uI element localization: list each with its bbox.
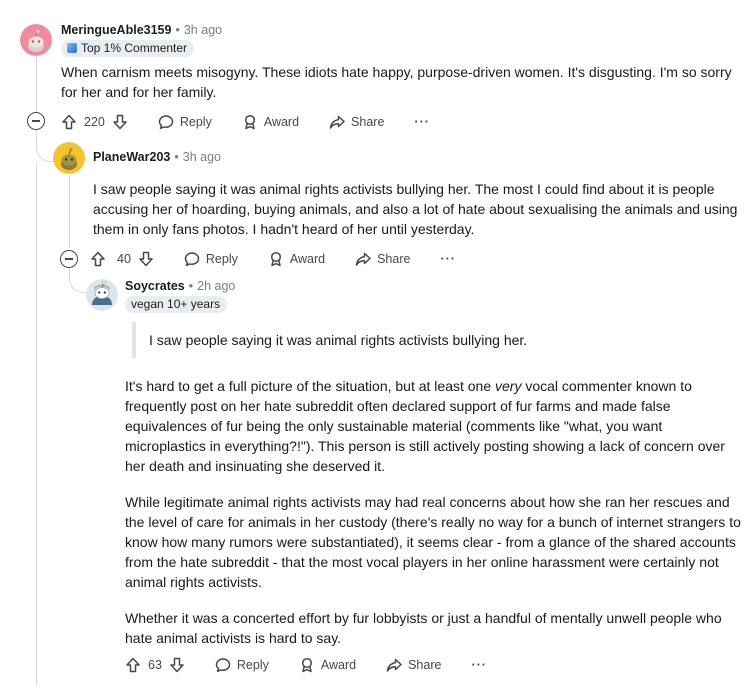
downvote-button[interactable]: [138, 251, 154, 267]
user-flair: vegan 10+ years: [125, 296, 228, 313]
share-arrow-icon: [386, 658, 402, 672]
user-flair: Top 1% Commenter: [61, 40, 195, 57]
author-name[interactable]: MeringueAble3159: [61, 23, 171, 37]
reply-button[interactable]: Reply: [215, 657, 269, 673]
collapse-thread-button[interactable]: [27, 112, 45, 130]
award-medal-icon: [301, 657, 312, 673]
share-button[interactable]: Share: [329, 114, 384, 130]
award-label: Award: [320, 658, 357, 672]
author-name[interactable]: PlaneWar203: [93, 150, 170, 164]
comment-bubble-icon: [215, 658, 231, 673]
award-button[interactable]: Award: [268, 251, 325, 267]
reply-button[interactable]: Reply: [158, 114, 212, 130]
flair-label: Top 1% Commenter: [81, 41, 188, 55]
upvote-button[interactable]: [61, 114, 77, 130]
share-button[interactable]: Share: [386, 657, 441, 673]
avatar[interactable]: [86, 279, 118, 311]
thread-elbow-level-2: [69, 268, 87, 293]
reply-label: Reply: [236, 658, 269, 672]
share-arrow-icon: [329, 115, 345, 129]
reply-button[interactable]: Reply: [184, 251, 238, 267]
collapse-thread-button[interactable]: [60, 250, 78, 268]
vote-score: 40: [117, 252, 131, 266]
thread-line-level-1: [36, 56, 37, 112]
comment-text: I saw people saying it was animal rights…: [93, 181, 738, 237]
award-button[interactable]: Award: [299, 657, 356, 673]
emphasized-text: very: [495, 378, 522, 394]
timestamp[interactable]: 3h ago: [183, 150, 221, 164]
comment-body: When carnism meets misogyny. These idiot…: [61, 62, 741, 102]
reply-label: Reply: [205, 252, 238, 266]
share-label: Share: [408, 658, 442, 672]
comment-bubble-icon: [158, 115, 174, 130]
paragraph-1-start: It's hard to get a full picture of the s…: [125, 378, 496, 394]
blockquote: I saw people saying it was animal rights…: [132, 322, 747, 358]
share-arrow-icon: [355, 252, 371, 266]
award-label: Award: [263, 115, 300, 129]
avatar[interactable]: [53, 142, 85, 174]
downvote-arrow-icon: [139, 251, 153, 267]
upvote-arrow-icon: [91, 251, 105, 267]
timestamp[interactable]: 2h ago: [197, 279, 235, 293]
thread-elbow-level-1: [36, 131, 54, 162]
reply-label: Reply: [179, 115, 212, 129]
vote-score: 63: [148, 658, 162, 672]
award-medal-icon: [244, 114, 255, 130]
separator-dot: •: [188, 279, 194, 293]
separator-dot: •: [175, 23, 180, 37]
downvote-arrow-icon: [113, 114, 127, 130]
upvote-arrow-icon: [126, 657, 140, 673]
comment-bubble-icon: [184, 252, 200, 267]
comment-actions: 220 Reply Award Share ···: [61, 110, 430, 134]
downvote-arrow-icon: [170, 657, 184, 673]
flair-label: vegan 10+ years: [131, 297, 221, 311]
more-options-button[interactable]: ···: [440, 252, 456, 266]
quote-text: I saw people saying it was animal rights…: [149, 332, 528, 348]
more-options-button[interactable]: ···: [471, 658, 487, 672]
award-label: Award: [289, 252, 326, 266]
author-name[interactable]: Soycrates: [125, 279, 185, 293]
comment-upvote-wrapper: [90, 247, 106, 271]
vote-score: 220: [84, 115, 105, 129]
comment-body: I saw people saying it was animal rights…: [93, 179, 743, 239]
comment-body: I saw people saying it was animal rights…: [125, 322, 747, 648]
snoo-avatar-icon: [86, 279, 118, 311]
upvote-button[interactable]: [125, 657, 141, 673]
thread-line-level-2: [69, 176, 70, 248]
award-button[interactable]: Award: [242, 114, 299, 130]
top-commenter-icon: [67, 43, 77, 53]
comment-paragraph-2: While legitimate animal rights activists…: [125, 494, 741, 590]
downvote-button[interactable]: [169, 657, 185, 673]
snoo-avatar-icon: [20, 24, 52, 56]
award-medal-icon: [270, 251, 281, 267]
share-button[interactable]: Share: [355, 251, 410, 267]
comment-paragraph-3: Whether it was a concerted effort by fur…: [125, 610, 722, 646]
avatar[interactable]: [20, 24, 52, 56]
comment-paragraph-1: It's hard to get a full picture of the s…: [125, 376, 747, 476]
timestamp[interactable]: 3h ago: [184, 23, 222, 37]
more-options-button[interactable]: ···: [414, 115, 430, 129]
downvote-button[interactable]: [112, 114, 128, 130]
snoo-avatar-icon: [53, 142, 85, 174]
upvote-button[interactable]: [90, 251, 106, 267]
separator-dot: •: [174, 150, 179, 164]
share-label: Share: [351, 115, 385, 129]
comment-actions: 63 Reply Award Share ···: [125, 653, 487, 677]
comment-text: When carnism meets misogyny. These idiot…: [61, 64, 732, 100]
upvote-arrow-icon: [62, 114, 76, 130]
thread-line-level-1-continuation: [36, 162, 37, 685]
share-label: Share: [377, 252, 411, 266]
comment-actions: 40 Reply Award Share ···: [95, 247, 456, 271]
